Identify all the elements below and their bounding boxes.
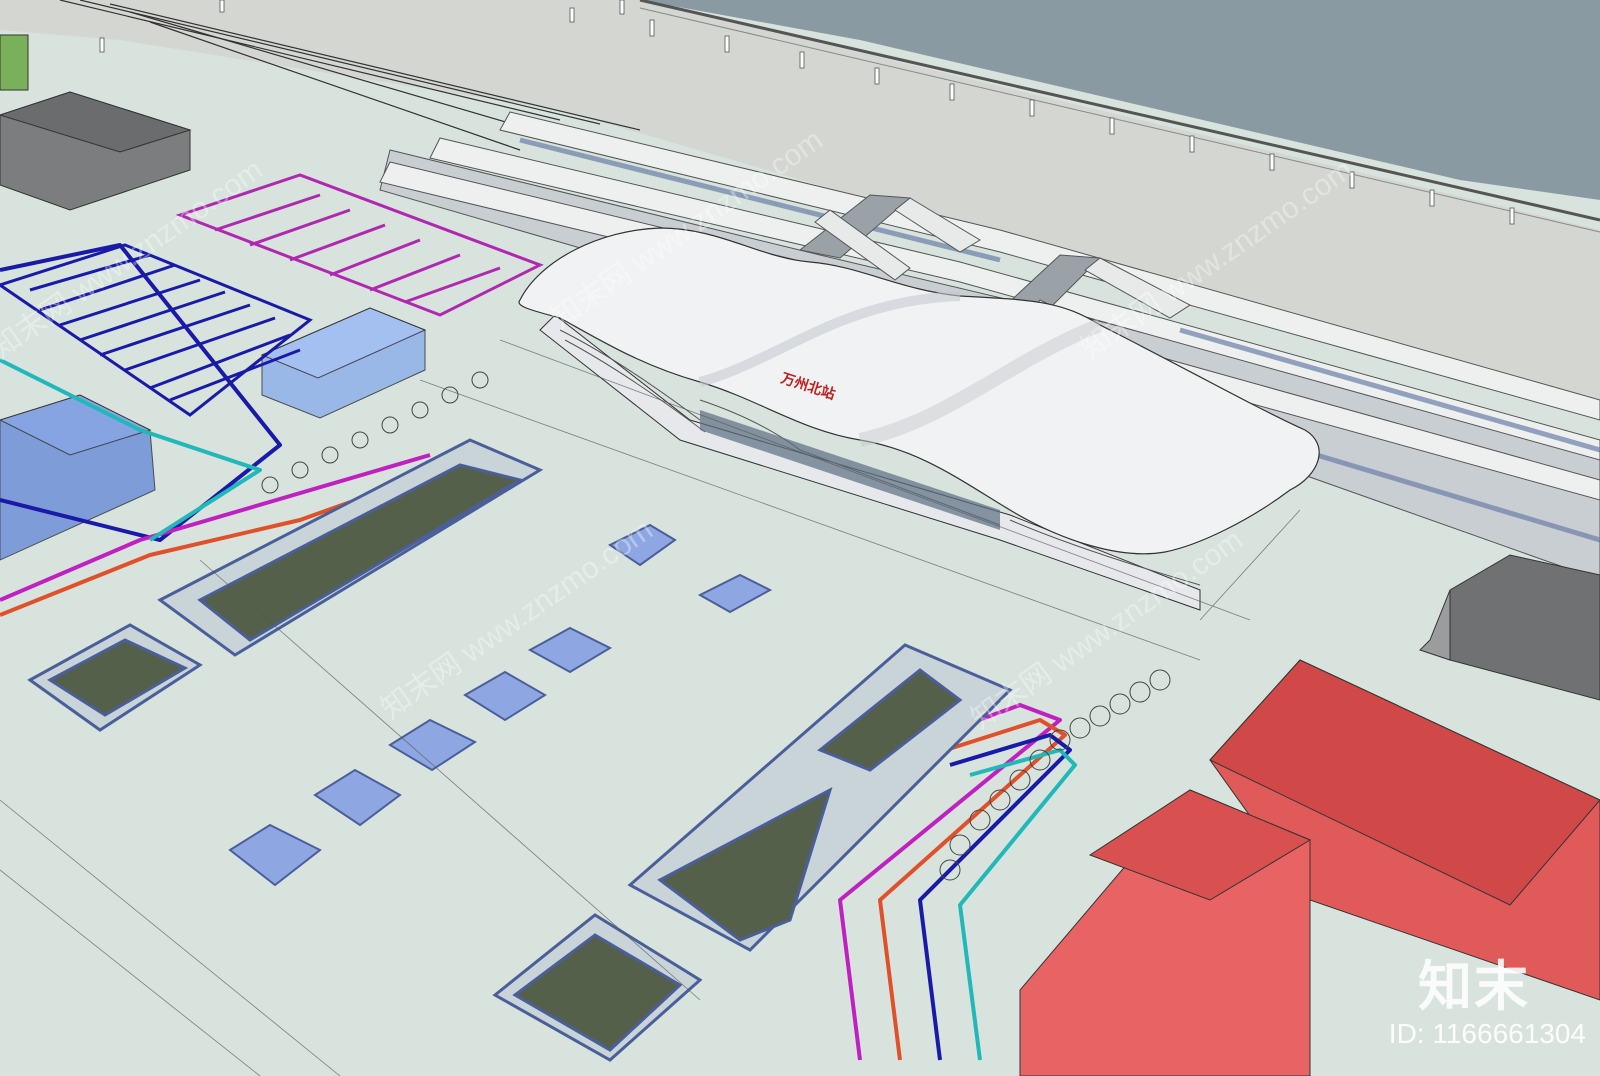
site-rendering: 万州北站 知末网 www.znzmo.com 知末网 www.znzmo.com… bbox=[0, 0, 1600, 1076]
watermark-id: ID: 1166661304 bbox=[1388, 1018, 1586, 1049]
green-block bbox=[0, 34, 29, 91]
watermark-logo: 知末 bbox=[1418, 955, 1530, 1018]
